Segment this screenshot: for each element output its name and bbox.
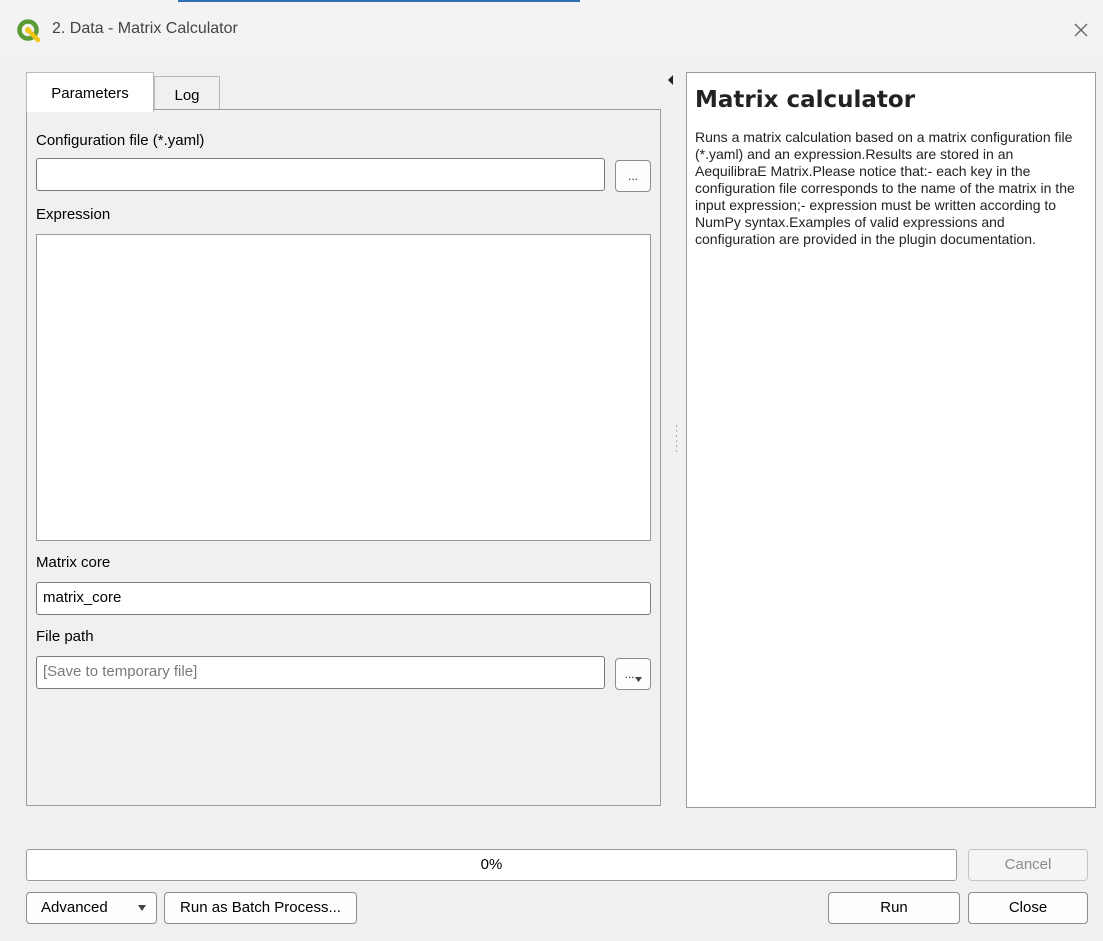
qgis-logo-icon xyxy=(17,19,41,43)
advanced-button[interactable]: Advanced xyxy=(26,892,157,924)
run-button[interactable]: Run xyxy=(828,892,960,924)
config-file-input[interactable] xyxy=(36,158,605,191)
splitter-handle[interactable] xyxy=(675,425,678,455)
collapse-arrow-icon[interactable] xyxy=(666,74,676,86)
advanced-label: Advanced xyxy=(41,899,108,916)
close-button[interactable]: Close xyxy=(968,892,1088,924)
cancel-button[interactable]: Cancel xyxy=(968,849,1088,881)
matrix-core-label: Matrix core xyxy=(36,554,111,571)
window-title: 2. Data - Matrix Calculator xyxy=(52,20,238,37)
help-panel: Matrix calculator Runs a matrix calculat… xyxy=(686,72,1096,808)
config-browse-button[interactable]: ... xyxy=(615,160,651,192)
tab-log[interactable]: Log xyxy=(154,76,220,110)
tab-parameters[interactable]: Parameters xyxy=(26,72,154,112)
config-file-label: Configuration file (*.yaml) xyxy=(36,132,205,149)
title-bar-accent xyxy=(178,0,580,2)
progress-bar: 0% xyxy=(26,849,957,881)
title-bar: 2. Data - Matrix Calculator xyxy=(0,0,1103,56)
close-icon[interactable] xyxy=(1067,16,1095,44)
parameters-panel: Configuration file (*.yaml) ... Expressi… xyxy=(26,109,661,806)
expression-textarea[interactable] xyxy=(36,234,651,541)
file-path-label: File path xyxy=(36,628,94,645)
chevron-down-icon xyxy=(634,677,642,682)
file-path-input[interactable]: [Save to temporary file] xyxy=(36,656,605,689)
help-body: Runs a matrix calculation based on a mat… xyxy=(695,129,1075,247)
run-batch-button[interactable]: Run as Batch Process... xyxy=(164,892,357,924)
chevron-down-icon xyxy=(138,905,146,911)
file-path-browse-button[interactable]: ... xyxy=(615,658,651,690)
file-path-browse-label: ... xyxy=(624,667,635,681)
expression-label: Expression xyxy=(36,206,111,223)
help-title: Matrix calculator xyxy=(695,87,916,113)
matrix-core-input[interactable]: matrix_core xyxy=(36,582,651,615)
